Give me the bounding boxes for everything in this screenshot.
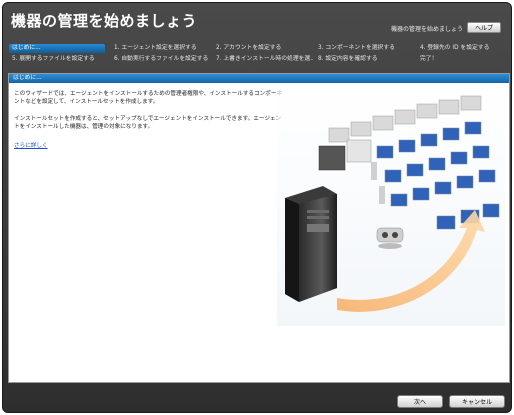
step-intro[interactable]: はじめに...	[9, 44, 105, 53]
intro-paragraph-1: このウィザードでは、エージェントをインストールするための管理者権限や、インストー…	[14, 91, 282, 105]
intro-paragraph-2: インストールセットを作成すると、セットアップなしでエージェントをインストールでき…	[14, 116, 282, 130]
step-6[interactable]: 6. 自動実行するファイルを設定する	[111, 55, 211, 64]
step-5[interactable]: 5. 展開するファイルを設定する	[9, 55, 109, 64]
network-illustration-image	[277, 88, 505, 326]
help-button[interactable]: ヘルプ	[467, 22, 501, 33]
step-2[interactable]: 2. アカウントを設定する	[213, 44, 311, 53]
step-done[interactable]: 完了！	[417, 55, 509, 64]
cancel-button[interactable]: キャンセル	[449, 395, 505, 408]
step-4[interactable]: 4. 登録先の ID を設定する	[417, 44, 509, 53]
next-button[interactable]: 次へ	[397, 395, 443, 408]
step-3[interactable]: 3. コンポーネントを選択する	[315, 44, 413, 53]
step-7[interactable]: 7. 上書きインストール時の処理を選...	[213, 55, 313, 64]
wizard-steps: はじめに... 1. エージェント設定を選択する 2. アカウントを設定する 3…	[9, 44, 509, 68]
window-title: 機器の管理を始めましょう	[11, 12, 198, 30]
content-panel: はじめに... このウィザードでは、エージェントをインストールするための管理者権…	[8, 73, 510, 383]
section-header: はじめに...	[9, 74, 509, 83]
help-context-label: 機器の管理を始めましょう	[390, 26, 463, 33]
wizard-window: 機器の管理を始めましょう 機器の管理を始めましょう ヘルプ はじめに... 1.…	[2, 2, 512, 413]
step-8[interactable]: 8. 設定内容を確認する	[315, 55, 413, 64]
step-1[interactable]: 1. エージェント設定を選択する	[111, 44, 209, 53]
learn-more-link[interactable]: さらに詳しく	[14, 141, 48, 149]
